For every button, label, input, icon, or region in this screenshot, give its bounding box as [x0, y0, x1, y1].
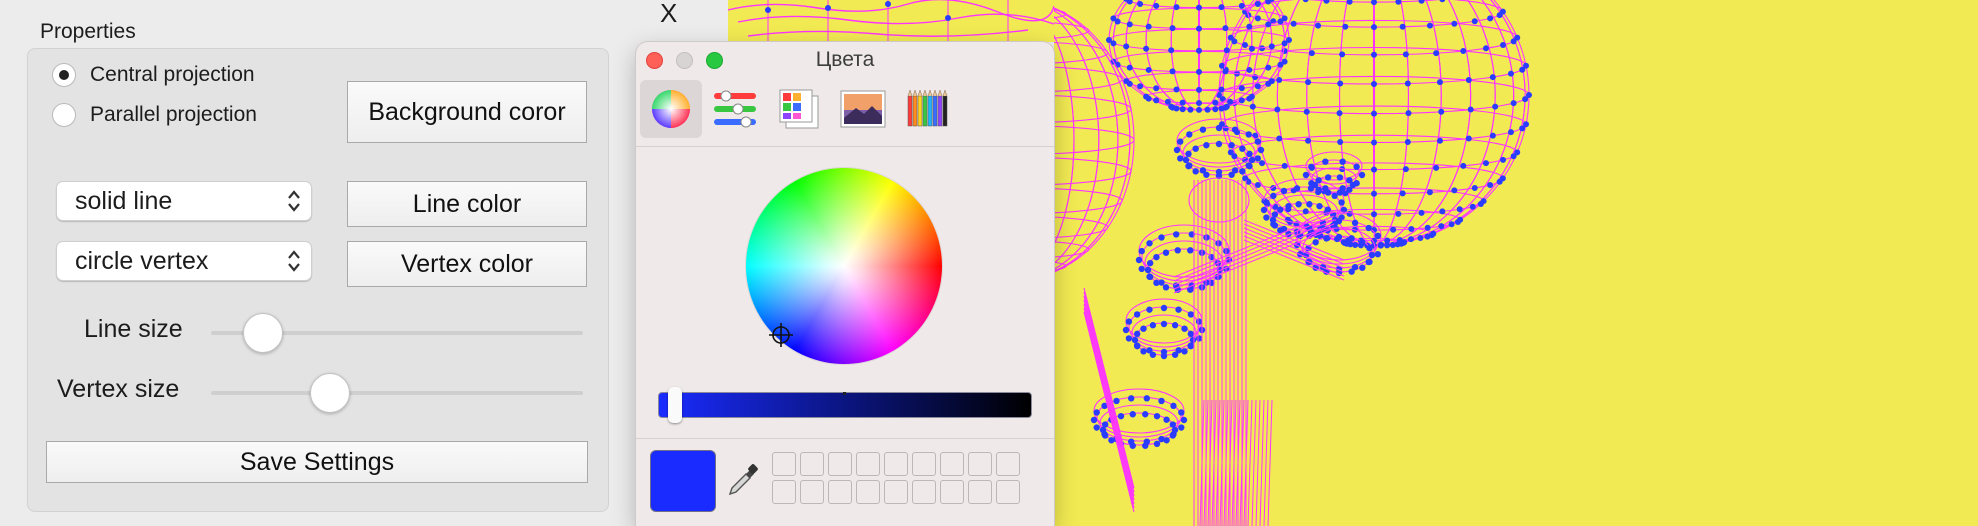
background-color-button[interactable]: Background coror — [347, 81, 587, 143]
radio-indicator — [52, 63, 76, 87]
wireframe-scene — [1054, 0, 1978, 526]
swatch-slot[interactable] — [940, 480, 964, 504]
radio-label: Parallel projection — [90, 103, 257, 126]
color-palettes-tab[interactable] — [768, 80, 830, 138]
swatch-slot[interactable] — [828, 480, 852, 504]
radio-indicator — [52, 103, 76, 127]
swatch-slot[interactable] — [940, 452, 964, 476]
colors-window-title: Цвета — [815, 48, 875, 71]
image-palettes-icon — [840, 90, 886, 128]
line-color-button[interactable]: Line color — [347, 181, 587, 227]
eyedropper-icon[interactable] — [726, 462, 760, 498]
saved-swatches[interactable] — [772, 452, 1020, 504]
vertex-size-label: Vertex size — [57, 375, 180, 403]
updown-chevron-icon — [288, 250, 300, 272]
color-wheel-icon — [652, 90, 690, 128]
swatch-slot[interactable] — [912, 452, 936, 476]
vertex-size-slider[interactable] — [211, 391, 583, 395]
swatch-slot[interactable] — [800, 480, 824, 504]
swatch-slot[interactable] — [884, 480, 908, 504]
brightness-slider[interactable] — [658, 392, 1032, 418]
color-sliders-tab[interactable] — [704, 80, 766, 138]
swatch-slot[interactable] — [884, 452, 908, 476]
vertex-size-slider-knob[interactable] — [310, 373, 351, 413]
swatch-slot[interactable] — [772, 452, 796, 476]
swatch-divider — [636, 438, 1054, 439]
color-palettes-icon — [779, 89, 819, 129]
line-type-select[interactable]: solid line — [56, 181, 312, 221]
swatch-slot[interactable] — [996, 452, 1020, 476]
vertex-type-value: circle vertex — [75, 246, 209, 275]
updown-chevron-icon — [288, 190, 300, 212]
swatch-slot[interactable] — [912, 480, 936, 504]
line-size-label: Line size — [84, 315, 183, 343]
wireframe-viewport[interactable] — [1054, 0, 1978, 526]
brightness-slider-handle[interactable] — [668, 387, 682, 423]
radio-central-projection[interactable]: Central projection — [52, 63, 255, 87]
viewport-top-strip — [727, 0, 1055, 42]
colors-window: Цвета — [636, 42, 1054, 526]
line-size-slider-knob[interactable] — [243, 313, 284, 353]
swatch-slot[interactable] — [968, 480, 992, 504]
vertex-color-button[interactable]: Vertex color — [347, 241, 587, 287]
image-palettes-tab[interactable] — [832, 80, 894, 138]
save-settings-button[interactable]: Save Settings — [46, 441, 588, 483]
radio-parallel-projection[interactable]: Parallel projection — [52, 103, 257, 127]
swatch-slot[interactable] — [856, 480, 880, 504]
pencils-icon — [907, 89, 948, 127]
window-title: Properties — [40, 20, 136, 43]
brightness-midpoint-mark — [843, 392, 846, 395]
pencils-tab[interactable] — [896, 80, 958, 138]
swatch-slot[interactable] — [856, 452, 880, 476]
swatch-slot[interactable] — [996, 480, 1020, 504]
close-button[interactable]: X — [660, 0, 677, 26]
swatch-slot[interactable] — [968, 452, 992, 476]
swatch-slot[interactable] — [772, 480, 796, 504]
color-sliders-icon — [714, 90, 756, 128]
radio-label: Central projection — [90, 63, 255, 86]
color-wheel-tab[interactable] — [640, 80, 702, 138]
swatch-slot[interactable] — [828, 452, 852, 476]
vertex-type-select[interactable]: circle vertex — [56, 241, 312, 281]
swatch-slot[interactable] — [800, 452, 824, 476]
toolbar-divider — [636, 146, 1054, 147]
settings-group: Central projection Parallel projection B… — [27, 48, 609, 512]
current-color-swatch[interactable] — [650, 450, 716, 512]
crosshair-icon[interactable] — [766, 320, 796, 350]
line-type-value: solid line — [75, 186, 173, 215]
